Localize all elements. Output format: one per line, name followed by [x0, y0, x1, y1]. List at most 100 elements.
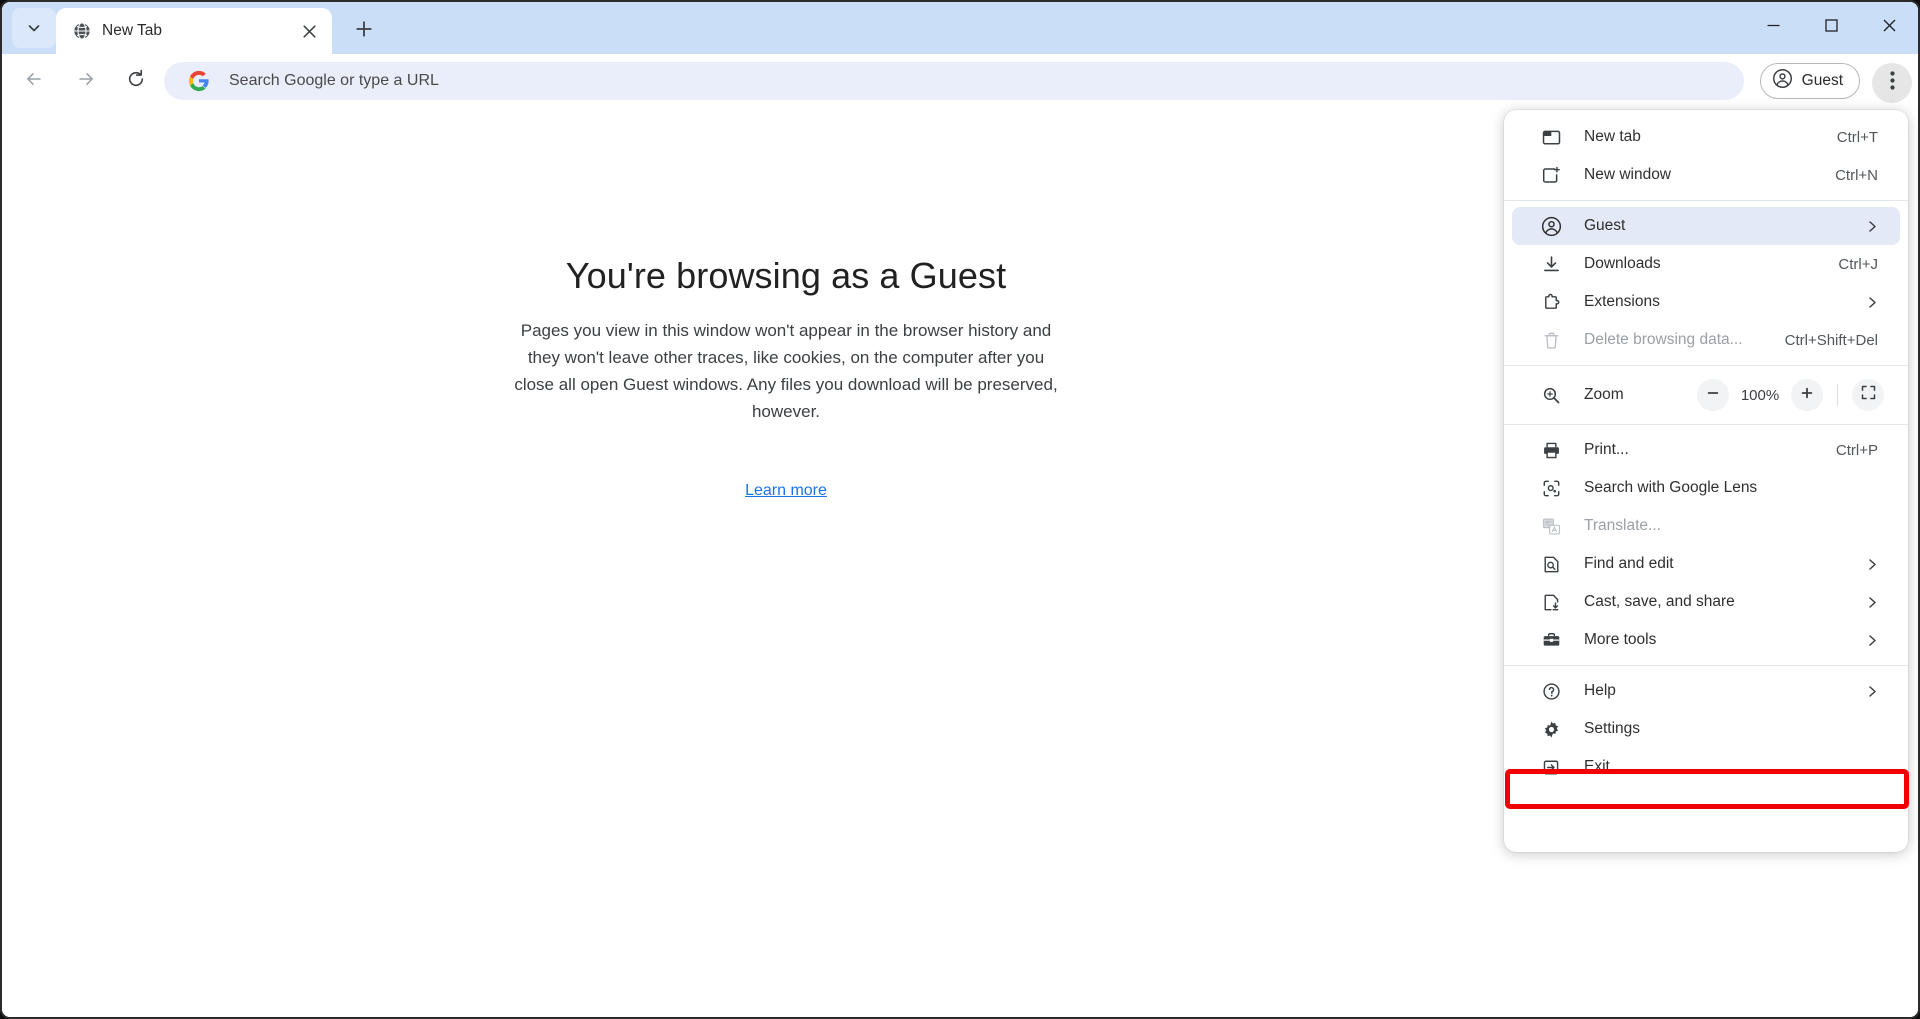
- browser-window: New Tab: [0, 0, 1920, 1019]
- help-circle-icon: [1540, 680, 1562, 702]
- window-maximize-button[interactable]: [1802, 2, 1860, 54]
- plus-icon: [1800, 386, 1814, 405]
- chevron-right-icon: [1866, 685, 1878, 697]
- learn-more-link[interactable]: Learn more: [2, 482, 1570, 500]
- menu-separator: [1504, 200, 1908, 201]
- menu-item-label: Downloads: [1584, 255, 1661, 273]
- menu-item-shortcut: Ctrl+P: [1836, 442, 1878, 459]
- menu-item-more-tools[interactable]: More tools: [1512, 621, 1900, 659]
- account-circle-icon: [1540, 215, 1562, 237]
- menu-item-new-tab[interactable]: New tab Ctrl+T: [1512, 118, 1900, 156]
- google-lens-icon: [1540, 477, 1562, 499]
- more-vertical-icon: [1890, 71, 1895, 95]
- menu-item-search-with-google-lens[interactable]: Search with Google Lens: [1512, 469, 1900, 507]
- menu-item-label: More tools: [1584, 631, 1656, 649]
- chevron-down-icon: [26, 20, 42, 36]
- forward-button[interactable]: [68, 63, 104, 99]
- new-tab-icon: [1540, 126, 1562, 148]
- reload-icon: [126, 69, 146, 94]
- menu-item-cast-save-and-share[interactable]: Cast, save, and share: [1512, 583, 1900, 621]
- chevron-right-icon: [1866, 596, 1878, 608]
- menu-item-exit[interactable]: Exit: [1512, 748, 1900, 786]
- chevron-right-icon: [1866, 220, 1878, 232]
- page-title: You're browsing as a Guest: [2, 255, 1570, 297]
- menu-item-help[interactable]: Help: [1512, 672, 1900, 710]
- window-close-button[interactable]: [1860, 2, 1918, 54]
- menu-item-print[interactable]: Print... Ctrl+P: [1512, 431, 1900, 469]
- menu-item-extensions[interactable]: Extensions: [1512, 283, 1900, 321]
- fullscreen-button[interactable]: [1852, 379, 1884, 411]
- menu-item-downloads[interactable]: Downloads Ctrl+J: [1512, 245, 1900, 283]
- address-bar[interactable]: Search Google or type a URL: [164, 62, 1744, 100]
- menu-item-shortcut: Ctrl+J: [1838, 256, 1878, 273]
- plus-icon: [355, 20, 373, 43]
- zoom-label: Zoom: [1584, 386, 1624, 404]
- profile-guest-button[interactable]: Guest: [1760, 63, 1860, 99]
- menu-item-shortcut: Ctrl+Shift+Del: [1785, 332, 1878, 349]
- menu-item-label: Settings: [1584, 720, 1640, 738]
- google-g-icon: [188, 70, 210, 92]
- zoom-divider: [1837, 384, 1838, 406]
- fullscreen-icon: [1861, 385, 1876, 405]
- window-minimize-button[interactable]: [1744, 2, 1802, 54]
- toolbox-icon: [1540, 629, 1562, 651]
- chevron-right-icon: [1866, 558, 1878, 570]
- download-icon: [1540, 253, 1562, 275]
- menu-zoom-row: Zoom 100%: [1512, 372, 1900, 418]
- menu-item-guest[interactable]: Guest: [1512, 207, 1900, 245]
- menu-separator: [1504, 424, 1908, 425]
- menu-item-label: Exit: [1584, 758, 1610, 776]
- zoom-in-button[interactable]: [1791, 379, 1823, 411]
- menu-item-translate: Translate...: [1512, 507, 1900, 545]
- menu-item-label: Guest: [1584, 217, 1625, 235]
- zoom-magnifier-icon: [1540, 384, 1562, 406]
- close-icon: [1882, 18, 1897, 38]
- menu-item-shortcut: Ctrl+T: [1837, 129, 1878, 146]
- menu-item-label: Delete browsing data...: [1584, 331, 1743, 349]
- profile-guest-label: Guest: [1802, 72, 1843, 90]
- cast-save-share-icon: [1540, 591, 1562, 613]
- tab-strip: New Tab: [2, 2, 1918, 54]
- tab-title: New Tab: [102, 21, 162, 41]
- tab-search-button[interactable]: [12, 8, 56, 48]
- printer-icon: [1540, 439, 1562, 461]
- chevron-right-icon: [1866, 634, 1878, 646]
- trash-icon: [1540, 329, 1562, 351]
- menu-item-label: Help: [1584, 682, 1616, 700]
- menu-item-new-window[interactable]: New window Ctrl+N: [1512, 156, 1900, 194]
- minus-icon: [1706, 386, 1720, 405]
- menu-item-label: New window: [1584, 166, 1671, 184]
- chrome-main-menu: New tab Ctrl+T New window Ctrl+N: [1504, 110, 1908, 852]
- zoom-out-button[interactable]: [1697, 379, 1729, 411]
- menu-item-label: Cast, save, and share: [1584, 593, 1735, 611]
- arrow-left-icon: [24, 69, 44, 94]
- back-button[interactable]: [16, 63, 52, 99]
- menu-item-find-and-edit[interactable]: Find and edit: [1512, 545, 1900, 583]
- menu-item-label: Extensions: [1584, 293, 1660, 311]
- exit-icon: [1540, 756, 1562, 778]
- minimize-icon: [1766, 18, 1781, 38]
- extensions-icon: [1540, 291, 1562, 313]
- menu-item-shortcut: Ctrl+N: [1835, 167, 1878, 184]
- menu-item-label: Find and edit: [1584, 555, 1674, 573]
- maximize-icon: [1824, 18, 1839, 38]
- menu-item-label: New tab: [1584, 128, 1641, 146]
- menu-item-label: Translate...: [1584, 517, 1661, 535]
- translate-icon: [1540, 515, 1562, 537]
- menu-item-label: Search with Google Lens: [1584, 479, 1757, 497]
- tab-new-tab[interactable]: New Tab: [56, 8, 332, 54]
- gear-icon: [1540, 718, 1562, 740]
- guest-description: Pages you view in this window won't appe…: [506, 317, 1066, 425]
- close-icon[interactable]: [298, 20, 320, 42]
- reload-button[interactable]: [118, 63, 154, 99]
- zoom-level-value: 100%: [1737, 387, 1783, 404]
- menu-separator: [1504, 665, 1908, 666]
- browser-toolbar: Search Google or type a URL Guest: [2, 54, 1918, 107]
- new-tab-button[interactable]: [346, 13, 382, 49]
- address-bar-placeholder: Search Google or type a URL: [229, 71, 439, 91]
- guest-page: You're browsing as a Guest Pages you vie…: [2, 107, 1570, 1017]
- zoom-controls: 100%: [1697, 379, 1884, 411]
- globe-icon: [72, 21, 92, 41]
- menu-item-settings[interactable]: Settings: [1512, 710, 1900, 748]
- chrome-menu-button[interactable]: [1872, 63, 1912, 103]
